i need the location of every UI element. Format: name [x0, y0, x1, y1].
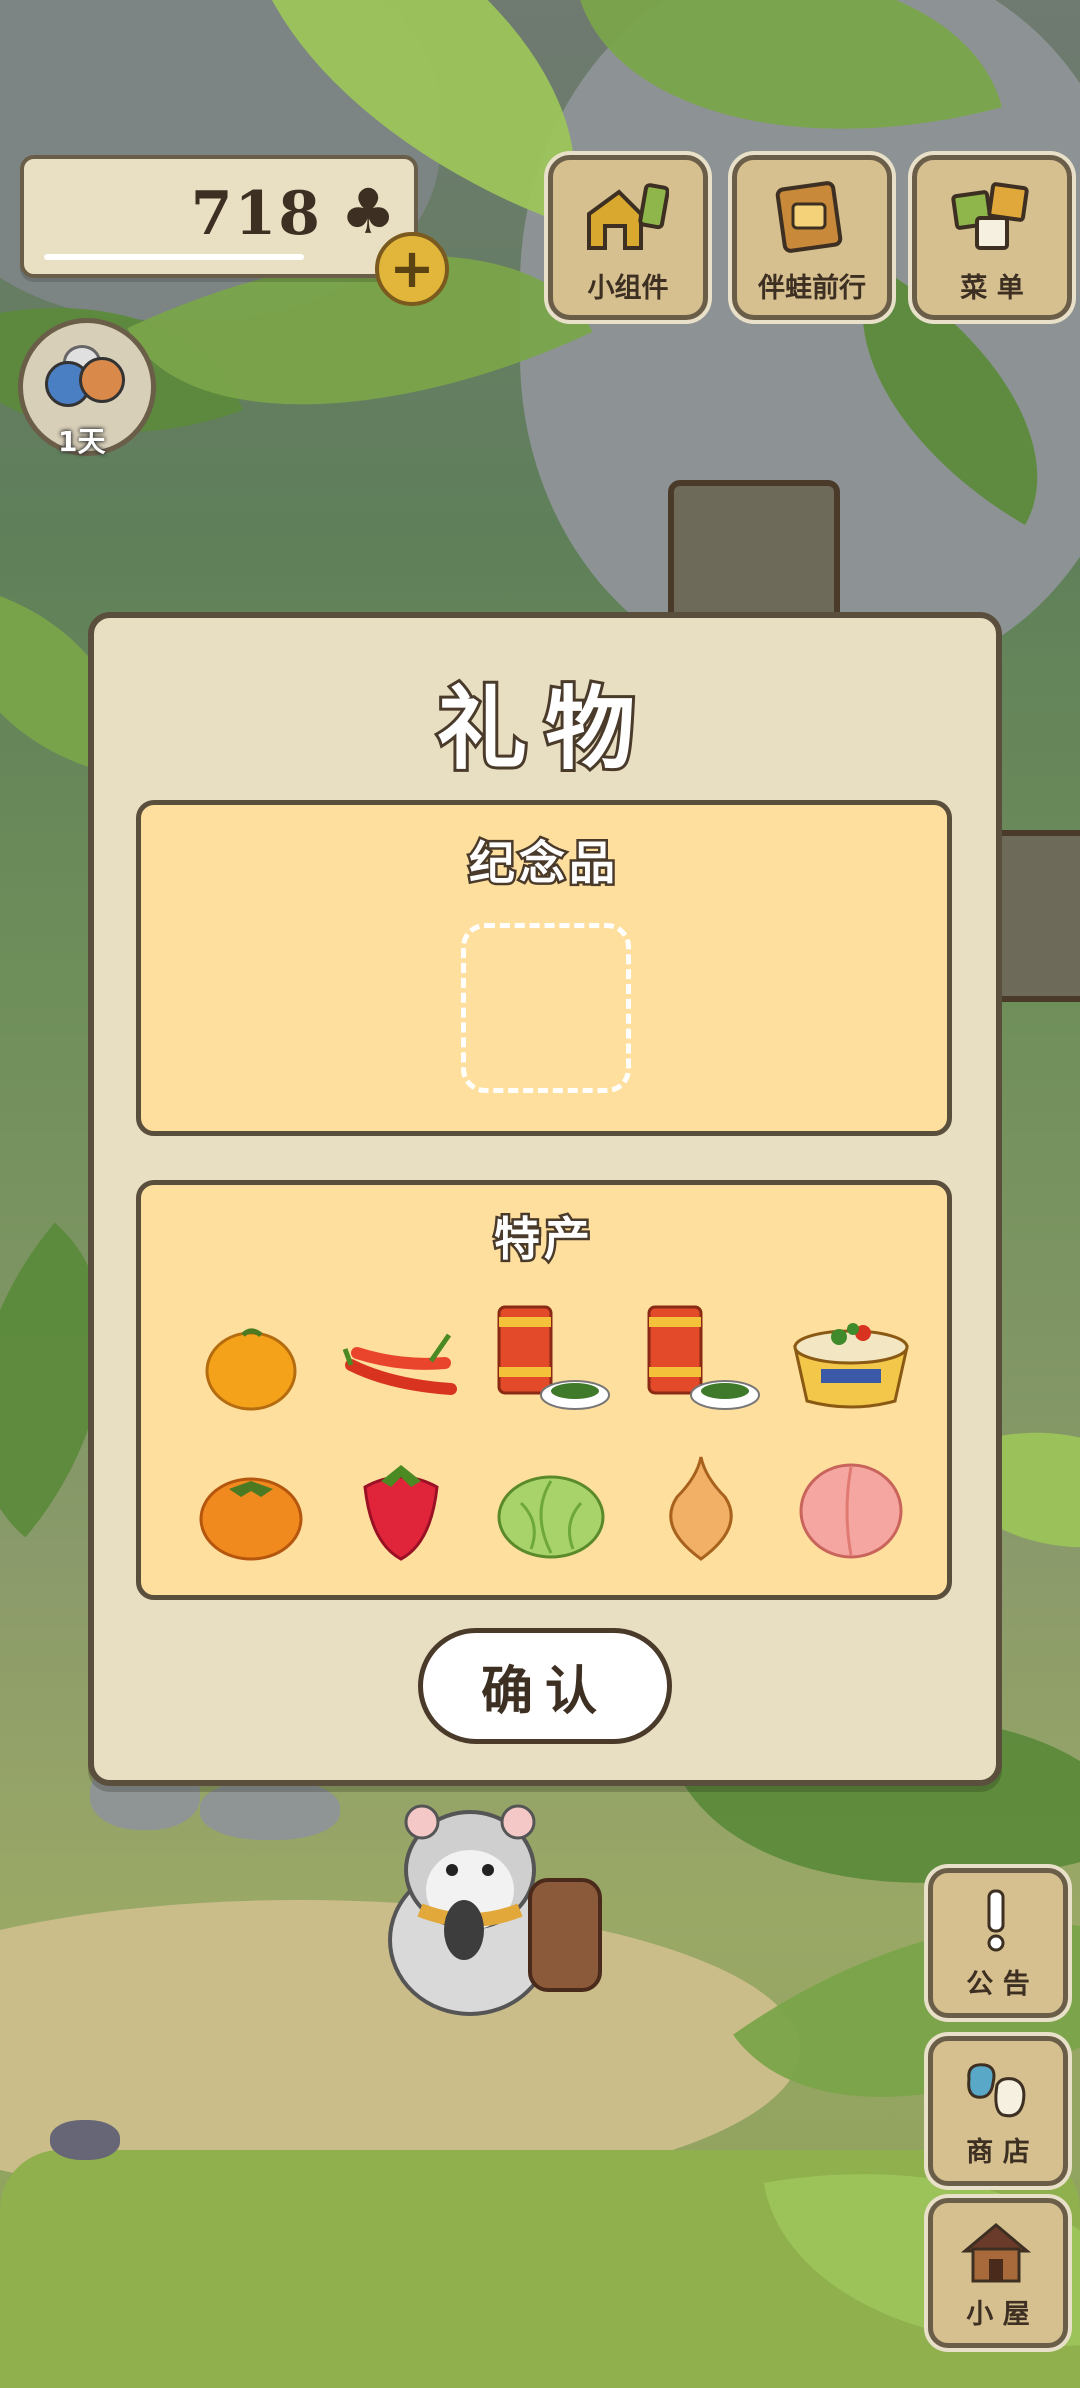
- clover-count: 718: [190, 179, 322, 249]
- notice-button[interactable]: 公 告: [928, 1868, 1068, 2018]
- day-label: 1天: [58, 425, 106, 458]
- menu-button[interactable]: 菜 单: [912, 155, 1072, 320]
- souvenir-slot[interactable]: [461, 923, 631, 1093]
- souvenir-panel: 纪念品: [136, 800, 952, 1136]
- rock: [50, 2120, 120, 2160]
- hut-button[interactable]: 小 屋: [928, 2198, 1068, 2348]
- specialty-title: 特产: [492, 1210, 594, 1269]
- persimmon-icon[interactable]: [191, 1453, 311, 1573]
- rock: [200, 1780, 340, 1840]
- gift-dialog: 礼物 纪念品 特产 确认: [88, 612, 1002, 1786]
- shop-label: 商 店: [966, 2137, 1030, 2168]
- canned-food-icon[interactable]: [641, 1297, 761, 1417]
- stone-window: [990, 830, 1080, 1002]
- travel-with-frog-button[interactable]: 伴蛙前行: [732, 155, 892, 320]
- chili-pepper-icon[interactable]: [341, 1305, 461, 1425]
- peach-icon[interactable]: [791, 1447, 911, 1567]
- widgets-button[interactable]: 小组件: [548, 155, 708, 320]
- add-clover-button[interactable]: +: [375, 232, 449, 306]
- widgets-label: 小组件: [587, 273, 669, 304]
- canned-food-icon[interactable]: [491, 1297, 611, 1417]
- hamster-character[interactable]: [360, 1770, 620, 2030]
- notice-label: 公 告: [966, 1969, 1030, 2000]
- menu-label: 菜 单: [960, 273, 1024, 304]
- menu-icon: [951, 182, 1029, 250]
- souvenir-title: 纪念品: [467, 834, 619, 893]
- hut-label: 小 屋: [966, 2299, 1030, 2330]
- strawberry-icon[interactable]: [341, 1447, 461, 1567]
- onion-icon[interactable]: [641, 1447, 761, 1567]
- bird-icon: [79, 357, 125, 403]
- noodle-bowl-icon[interactable]: [791, 1297, 911, 1417]
- orange-icon[interactable]: [191, 1305, 311, 1425]
- shop-button[interactable]: 商 店: [928, 2036, 1068, 2186]
- widget-icon: [587, 183, 669, 250]
- clover-icon: ♣: [340, 175, 396, 248]
- cabbage-icon[interactable]: [491, 1453, 611, 1573]
- travel-with-frog-label: 伴蛙前行: [758, 273, 866, 304]
- clover-counter: 718 ♣: [20, 155, 418, 278]
- house-icon: [961, 2223, 1031, 2283]
- notebook-icon: [775, 181, 843, 253]
- specialty-panel: 特产: [136, 1180, 952, 1600]
- shop-bag-icon: [967, 2063, 1026, 2118]
- clover-bar: [44, 254, 304, 260]
- confirm-button[interactable]: 确认: [418, 1628, 672, 1744]
- dialog-title: 礼物: [434, 673, 653, 785]
- exclamation-icon: [987, 1889, 1005, 1952]
